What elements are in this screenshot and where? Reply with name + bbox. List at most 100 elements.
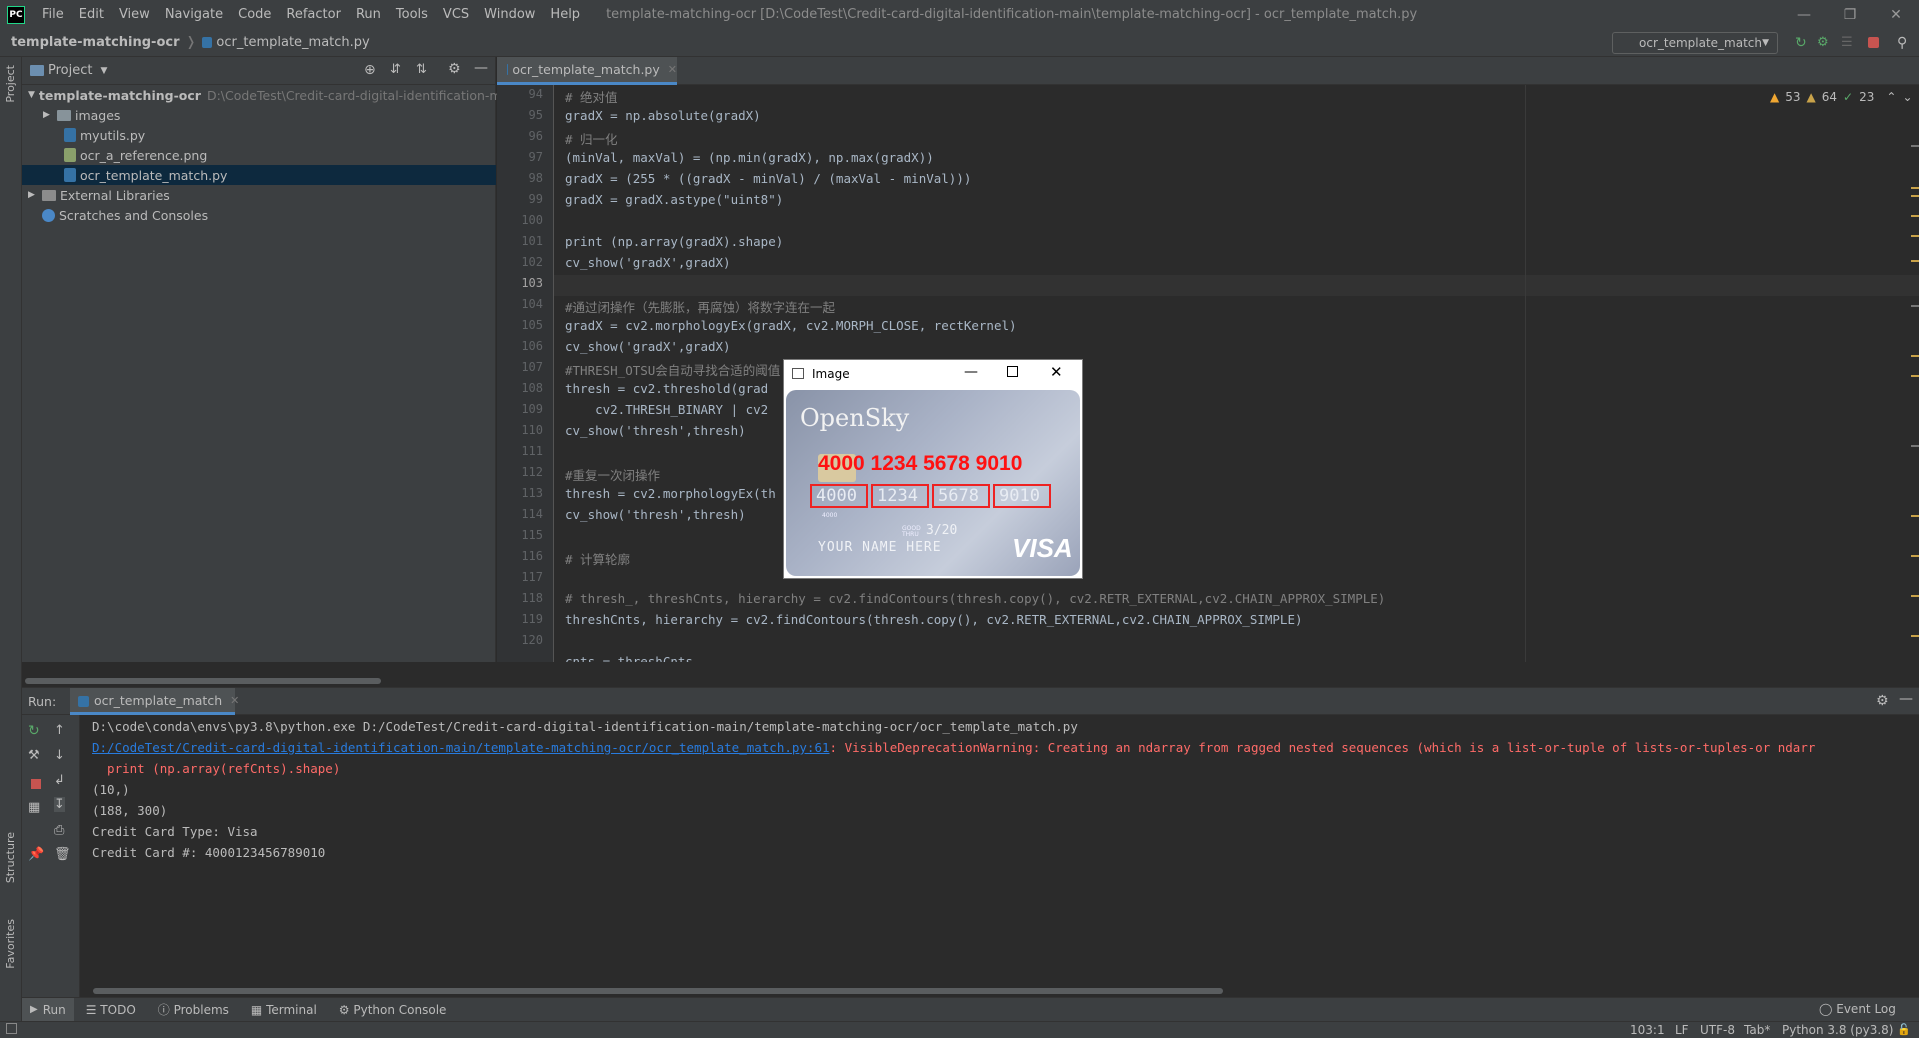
- menu-navigate[interactable]: Navigate: [158, 7, 231, 22]
- breadcrumb-separator-icon: ❭: [185, 35, 197, 50]
- tree-root-path: D:\CodeTest\Credit-card-digital-identifi…: [206, 87, 510, 103]
- project-tool-button[interactable]: Project: [4, 65, 17, 103]
- gear-icon[interactable]: ⚙: [1876, 693, 1889, 709]
- restore-icon[interactable]: ❐: [1827, 0, 1873, 29]
- search-icon[interactable]: ⚲: [1897, 35, 1913, 51]
- hide-panel-icon[interactable]: —: [474, 60, 488, 76]
- code-line: # 计算轮廓: [565, 552, 631, 567]
- rerun-icon[interactable]: ↻: [28, 723, 40, 739]
- python-interpreter[interactable]: Python 3.8 (py3.8): [1782, 1023, 1893, 1037]
- code-editor[interactable]: # 绝对值 gradX = np.absolute(gradX) # 归一化 (min…: [554, 85, 1919, 662]
- stop-icon[interactable]: [31, 779, 41, 789]
- close-icon[interactable]: ✕: [1873, 0, 1919, 29]
- error-stripe: [1911, 145, 1919, 655]
- console-line: (10,): [92, 782, 130, 797]
- editor-tab-bar: ocr_template_match.py ✕: [497, 57, 1919, 85]
- gear-icon[interactable]: ⚙: [448, 61, 461, 77]
- code-line: # thresh_, threshCnts, hierarchy = cv2.f…: [565, 591, 1386, 606]
- code-line: thresh = cv2.threshold(grad: [565, 381, 769, 396]
- stop-icon[interactable]: [1868, 37, 1879, 48]
- image-window-titlebar[interactable]: Image — ✕: [784, 360, 1082, 388]
- line-separator[interactable]: LF: [1675, 1023, 1689, 1037]
- structure-tool-button[interactable]: Structure: [4, 832, 17, 883]
- tree-item-ocr-template-match[interactable]: ocr_template_match.py: [22, 165, 496, 185]
- maximize-icon[interactable]: [1007, 366, 1018, 377]
- console-line[interactable]: D:/CodeTest/Credit-card-digital-identifi…: [92, 740, 1815, 755]
- menu-run[interactable]: Run: [349, 7, 389, 22]
- tool-tab-problems[interactable]: ⓘ Problems: [158, 1001, 229, 1018]
- menu-tools[interactable]: Tools: [389, 7, 436, 22]
- minimize-icon[interactable]: —: [1781, 0, 1827, 29]
- status-toggle-icon[interactable]: [6, 1023, 17, 1034]
- left-tool-stripe: Project Structure Favorites: [0, 57, 22, 1021]
- source-link[interactable]: D:/CodeTest/Credit-card-digital-identifi…: [92, 740, 830, 755]
- wrench-icon[interactable]: ⚒: [28, 748, 40, 763]
- tree-root[interactable]: ▼ template-matching-ocr D:\CodeTest\Cred…: [22, 85, 509, 105]
- menu-help[interactable]: Help: [543, 7, 588, 22]
- menu-code[interactable]: Code: [231, 7, 279, 22]
- terminal-icon: ▦: [250, 1002, 267, 1017]
- bottom-tool-tabs: ▶ Run ☰ TODO ⓘ Problems ▦ Terminal ⚙ Pyth…: [22, 997, 1919, 1021]
- tool-tab-run[interactable]: ▶ Run: [22, 998, 74, 1021]
- tree-item-external-libraries[interactable]: ▶ External Libraries: [22, 185, 496, 205]
- menu-file[interactable]: File: [35, 7, 72, 22]
- image-window[interactable]: Image — ✕ OpenSky 4000 1234 5678 9010 40…: [783, 359, 1083, 579]
- tool-tab-python-console[interactable]: ⚙ Python Console: [339, 1003, 447, 1017]
- tool-tab-todo[interactable]: ☰ TODO: [86, 1003, 136, 1017]
- tree-item-reference-png[interactable]: ocr_a_reference.png: [22, 145, 496, 165]
- run-tab[interactable]: ocr_template_match ✕: [70, 688, 239, 715]
- code-line: print (np.array(gradX).shape): [565, 234, 784, 249]
- chevron-down-icon[interactable]: ⌄: [1902, 90, 1912, 104]
- debug-icon[interactable]: ⚙: [1817, 35, 1833, 51]
- soft-wrap-icon[interactable]: ↲: [54, 773, 65, 788]
- console-scrollbar[interactable]: [93, 988, 1223, 994]
- hide-panel-icon[interactable]: —: [1899, 691, 1913, 707]
- file-encoding[interactable]: UTF-8: [1700, 1023, 1735, 1037]
- tab-ocr-template-match[interactable]: ocr_template_match.py ✕: [497, 57, 677, 85]
- code-line: cv_show('gradX',gradX): [565, 255, 731, 270]
- tree-item-images[interactable]: ▶ images: [22, 105, 496, 125]
- indent-setting[interactable]: Tab*: [1744, 1023, 1770, 1037]
- caret-position[interactable]: 103:1: [1630, 1023, 1665, 1037]
- close-tab-icon[interactable]: ✕: [668, 63, 677, 76]
- tool-tab-terminal[interactable]: ▦ Terminal: [251, 1003, 317, 1017]
- line-number: 102: [521, 255, 543, 269]
- coverage-icon[interactable]: ☰: [1841, 35, 1857, 51]
- rerun-icon[interactable]: ↻: [1795, 35, 1811, 51]
- arrow-up-icon[interactable]: ↑: [54, 723, 65, 738]
- line-number: 100: [521, 213, 543, 227]
- console-output[interactable]: D:\code\conda\envs\py3.8\python.exe D:/C…: [80, 715, 1919, 997]
- menu-view[interactable]: View: [112, 7, 158, 22]
- breadcrumb-project[interactable]: template-matching-ocr: [0, 35, 180, 50]
- minimize-icon[interactable]: —: [964, 364, 978, 380]
- lock-icon[interactable]: 🔓: [1897, 1023, 1911, 1036]
- scroll-to-end-icon[interactable]: ↧: [54, 797, 65, 812]
- menu-window[interactable]: Window: [477, 7, 543, 22]
- code-line: # 归一化: [565, 132, 618, 147]
- close-tab-icon[interactable]: ✕: [230, 694, 239, 707]
- menu-refactor[interactable]: Refactor: [279, 7, 349, 22]
- layout-icon[interactable]: ▦: [28, 800, 40, 815]
- locate-icon[interactable]: ⊕: [364, 62, 376, 78]
- chevron-down-icon[interactable]: ▼: [100, 66, 107, 76]
- breadcrumb-file[interactable]: ocr_template_match.py: [196, 35, 370, 50]
- pin-icon[interactable]: 📌: [28, 847, 44, 862]
- project-view-select[interactable]: Project: [48, 63, 92, 78]
- print-icon[interactable]: ⎙: [54, 823, 64, 838]
- expand-all-icon[interactable]: ⇵: [390, 62, 401, 77]
- arrow-down-icon[interactable]: ↓: [54, 748, 65, 763]
- menu-edit[interactable]: Edit: [72, 7, 112, 22]
- horizontal-scrollbar[interactable]: [25, 678, 381, 684]
- status-bar: 103:1 LF UTF-8 Tab* Python 3.8 (py3.8) 🔓: [0, 1021, 1919, 1038]
- run-configuration-select[interactable]: ocr_template_match ▼: [1612, 32, 1778, 54]
- tree-item-myutils[interactable]: myutils.py: [22, 125, 496, 145]
- trash-icon[interactable]: 🗑: [54, 847, 71, 862]
- close-icon[interactable]: ✕: [1050, 363, 1063, 381]
- tree-item-scratches[interactable]: Scratches and Consoles: [22, 205, 496, 225]
- favorites-tool-button[interactable]: Favorites: [4, 919, 17, 969]
- collapse-all-icon[interactable]: ⇅: [416, 62, 427, 77]
- event-log-button[interactable]: ◯ Event Log: [1819, 1002, 1896, 1016]
- inspection-widget[interactable]: ▲ 53 ▲ 64 ✓ 23 ⌃ ⌄: [1770, 90, 1913, 104]
- chevron-up-icon[interactable]: ⌃: [1886, 90, 1896, 104]
- menu-vcs[interactable]: VCS: [436, 7, 477, 22]
